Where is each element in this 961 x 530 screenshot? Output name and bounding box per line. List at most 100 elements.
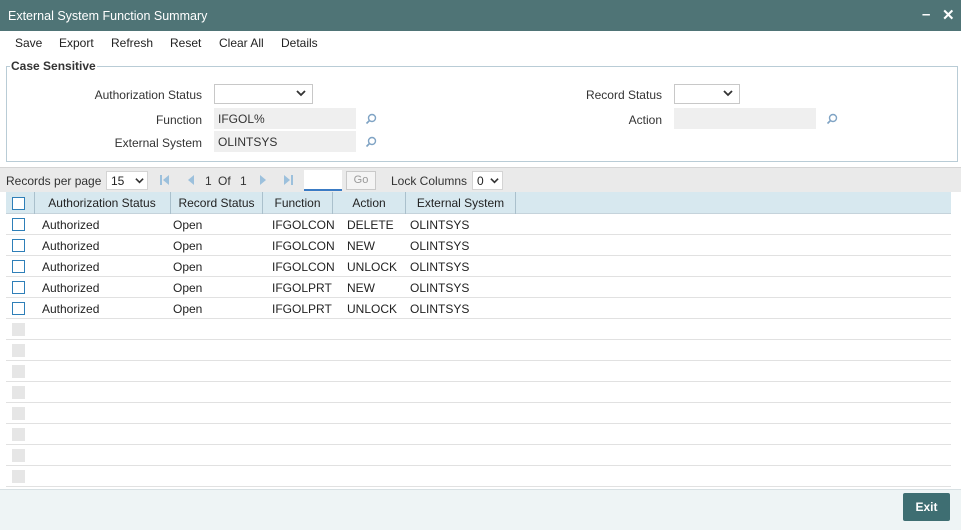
chevron-down-icon [296,90,306,97]
action-input[interactable] [674,108,816,129]
empty-row [6,403,951,424]
empty-row [6,445,951,466]
header-action[interactable]: Action [333,192,406,214]
empty-row [6,319,951,340]
table-row[interactable]: Authorized Open IFGOLCON NEW OLINTSYS [6,235,951,256]
next-page-icon[interactable] [259,175,268,185]
empty-row [6,361,951,382]
cell-record-status: Open [173,260,203,274]
empty-row-marker [12,365,25,378]
chevron-down-icon [723,90,733,97]
external-system-label: External System [114,136,202,150]
action-label: Action [628,113,662,127]
window-title: External System Function Summary [8,9,208,23]
cell-authorization-status: Authorized [42,218,100,232]
go-button[interactable]: Go [346,171,376,190]
of-label: Of [218,174,231,188]
empty-row-marker [12,386,25,399]
cell-action: NEW [347,239,375,253]
minimize-icon[interactable]: – [922,6,930,23]
table-row[interactable]: Authorized Open IFGOLPRT NEW OLINTSYS [6,277,951,298]
cell-authorization-status: Authorized [42,302,100,316]
table-row[interactable]: Authorized Open IFGOLCON DELETE OLINTSYS [6,214,951,235]
function-input[interactable] [214,108,356,129]
row-checkbox[interactable] [12,239,25,252]
table-row[interactable]: Authorized Open IFGOLPRT UNLOCK OLINTSYS [6,298,951,319]
details-button[interactable]: Details [281,36,318,50]
cell-external-system: OLINTSYS [410,302,470,316]
cell-authorization-status: Authorized [42,239,100,253]
empty-row [6,382,951,403]
cell-external-system: OLINTSYS [410,218,470,232]
cell-external-system: OLINTSYS [410,260,470,274]
export-button[interactable]: Export [59,36,94,50]
cell-action: DELETE [347,218,394,232]
search-lens-icon[interactable] [826,113,838,125]
empty-row-marker [12,449,25,462]
header-external-system[interactable]: External System [406,192,516,214]
record-status-select[interactable] [674,84,740,104]
row-checkbox[interactable] [12,260,25,273]
header-authorization-status[interactable]: Authorization Status [34,192,171,214]
page-number-input[interactable] [304,170,342,191]
empty-row-marker [12,344,25,357]
cell-function: IFGOLCON [272,239,335,253]
cell-record-status: Open [173,239,203,253]
lock-columns-value: 0 [477,174,484,188]
cell-authorization-status: Authorized [42,281,100,295]
empty-row-marker [12,323,25,336]
empty-row-marker [12,407,25,420]
chevron-down-icon [135,178,144,184]
pagination-bar: Records per page 15 1 Of 1 Go Lock Colum… [0,167,961,192]
row-checkbox[interactable] [12,281,25,294]
empty-row-marker [12,470,25,483]
header-record-status[interactable]: Record Status [171,192,263,214]
cell-external-system: OLINTSYS [410,239,470,253]
title-bar: External System Function Summary – ✕ [0,0,961,31]
refresh-button[interactable]: Refresh [111,36,153,50]
cell-function: IFGOLPRT [272,302,332,316]
table-header: Authorization Status Record Status Funct… [6,192,951,214]
external-system-input[interactable] [214,131,356,152]
function-label: Function [155,113,202,127]
lock-columns-label: Lock Columns [391,174,468,188]
records-per-page-select[interactable]: 15 [106,171,148,190]
lock-columns-select[interactable]: 0 [472,171,503,190]
records-per-page-label: Records per page [6,174,102,188]
cell-function: IFGOLPRT [272,281,332,295]
cell-action: UNLOCK [347,260,398,274]
empty-row [6,424,951,445]
cell-record-status: Open [173,302,203,316]
select-all-checkbox[interactable] [12,197,25,210]
empty-row-marker [12,428,25,441]
empty-row [6,466,951,487]
row-checkbox[interactable] [12,302,25,315]
authorization-status-label: Authorization Status [94,88,202,102]
total-pages: 1 [240,174,247,188]
footer-bar [0,489,961,530]
table-row[interactable]: Authorized Open IFGOLCON UNLOCK OLINTSYS [6,256,951,277]
records-per-page-value: 15 [111,174,125,188]
search-lens-icon[interactable] [365,113,377,125]
first-page-icon[interactable] [160,175,169,185]
save-button[interactable]: Save [15,36,42,50]
reset-button[interactable]: Reset [170,36,201,50]
clear-all-button[interactable]: Clear All [219,36,264,50]
cell-function: IFGOLCON [272,218,335,232]
record-status-label: Record Status [585,88,662,102]
exit-button[interactable]: Exit [903,493,950,521]
search-lens-icon[interactable] [365,136,377,148]
cell-record-status: Open [173,218,203,232]
cell-record-status: Open [173,281,203,295]
cell-function: IFGOLCON [272,260,335,274]
prev-page-icon[interactable] [186,175,195,185]
row-checkbox[interactable] [12,218,25,231]
close-icon[interactable]: ✕ [942,6,955,24]
cell-action: NEW [347,281,375,295]
last-page-icon[interactable] [284,175,293,185]
current-page: 1 [205,174,212,188]
case-sensitive-legend: Case Sensitive [10,59,97,73]
empty-row [6,340,951,361]
authorization-status-select[interactable] [214,84,313,104]
header-function[interactable]: Function [263,192,333,214]
